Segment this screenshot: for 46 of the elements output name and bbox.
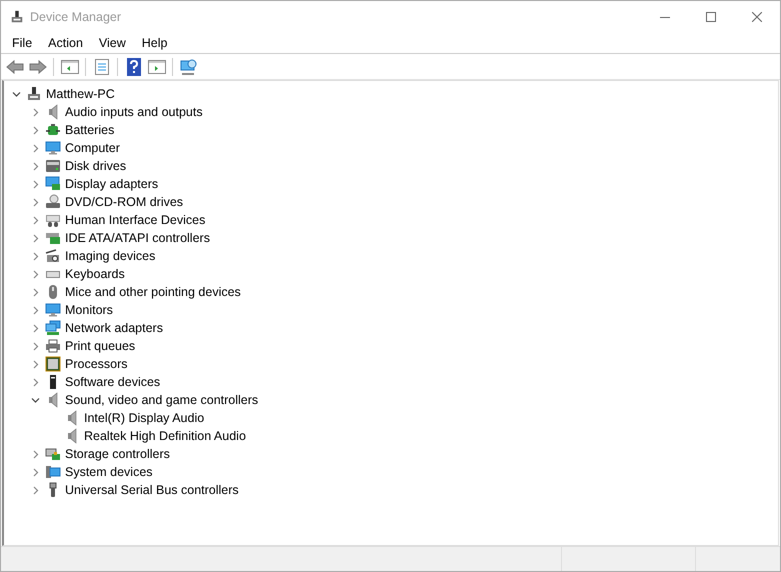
monitor-icon — [45, 140, 61, 156]
tree-item[interactable]: Universal Serial Bus controllers — [64, 483, 240, 497]
maximize-icon — [706, 12, 716, 22]
tree-item[interactable]: System devices — [64, 465, 154, 479]
tree-item[interactable]: Monitors — [64, 303, 114, 317]
tree-item[interactable]: Imaging devices — [64, 249, 156, 263]
tree-item[interactable]: Network adapters — [64, 321, 164, 335]
tree-item[interactable]: Matthew-PC — [45, 87, 116, 101]
menu-item[interactable]: Action — [40, 36, 91, 50]
tree-item[interactable]: Sound, video and game controllers — [64, 393, 260, 407]
tree-item[interactable]: Human Interface Devices — [64, 213, 206, 227]
storage-icon — [45, 446, 61, 462]
controller-card-icon — [45, 230, 61, 246]
close-icon — [752, 12, 762, 22]
tree-item[interactable]: Processors — [64, 357, 129, 371]
camera-icon — [45, 248, 61, 264]
window-title: Device Manager — [30, 10, 122, 24]
keyboard-icon — [45, 212, 61, 228]
app-icon — [10, 10, 24, 24]
tree-item[interactable]: DVD/CD-ROM drives — [64, 195, 184, 209]
tree-item[interactable]: Disk drives — [64, 159, 128, 173]
tree-item[interactable]: Audio inputs and outputs — [64, 105, 204, 119]
display-card-icon — [45, 176, 61, 192]
system-icon — [45, 464, 61, 480]
tree-item[interactable]: Keyboards — [64, 267, 126, 281]
network-icon — [45, 320, 61, 336]
disk-drive-icon — [45, 158, 61, 174]
battery-icon — [45, 122, 61, 138]
tree-item[interactable]: Software devices — [64, 375, 162, 389]
tree-item[interactable]: Computer — [64, 141, 121, 155]
menu-item[interactable]: Help — [134, 36, 176, 50]
monitor-icon — [45, 302, 61, 318]
printer-icon — [45, 338, 61, 354]
tree-item[interactable]: Mice and other pointing devices — [64, 285, 242, 299]
tree-item[interactable]: Realtek High Definition Audio — [83, 429, 247, 443]
tree-item[interactable]: Batteries — [64, 123, 116, 137]
menu-item[interactable]: View — [90, 36, 134, 50]
menu-item[interactable]: File — [4, 36, 40, 50]
tree-item[interactable]: Intel(R) Display Audio — [83, 411, 206, 425]
tree-item[interactable]: Storage controllers — [64, 447, 171, 461]
processor-icon — [45, 356, 61, 372]
tree-item[interactable]: Display adapters — [64, 177, 160, 191]
tree-item[interactable]: Print queues — [64, 339, 136, 353]
optical-drive-icon — [45, 194, 61, 210]
computer-icon — [26, 86, 42, 102]
tree-item[interactable]: IDE ATA/ATAPI controllers — [64, 231, 211, 245]
